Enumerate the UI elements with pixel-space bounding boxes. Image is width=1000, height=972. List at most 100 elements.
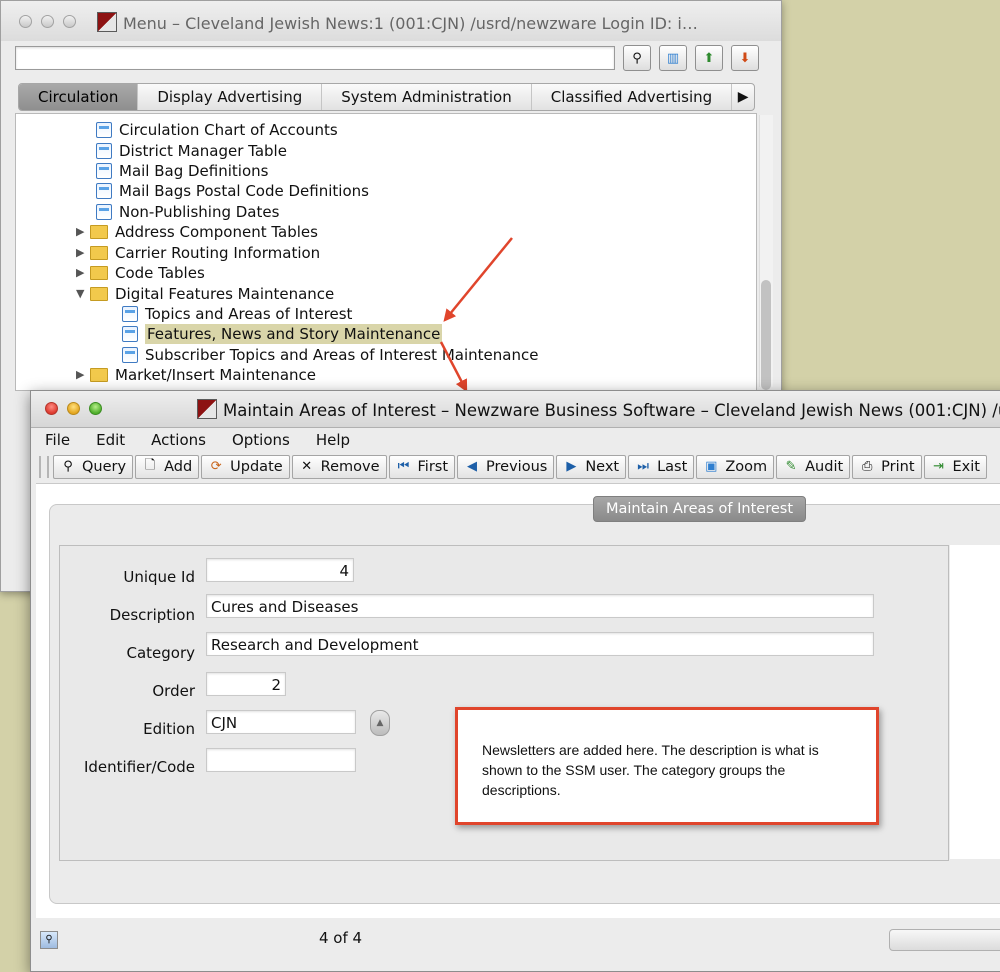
menu-actions[interactable]: Actions (137, 431, 218, 449)
category-field[interactable]: Research and Development (206, 632, 874, 656)
order-field[interactable]: 2 (206, 672, 286, 696)
folder-icon (90, 246, 108, 260)
tree-item-carrier-routing-information[interactable]: ▶ Carrier Routing Information (76, 243, 320, 263)
unique-id-label: Unique Id (123, 568, 195, 586)
menu-tree: Circulation Chart of Accounts District M… (15, 113, 757, 391)
print-button[interactable]: ⎙ Print (852, 454, 922, 479)
tree-item-label: Carrier Routing Information (115, 244, 321, 262)
arrow-down-icon[interactable]: ⬇ (731, 45, 759, 71)
window-controls (45, 402, 102, 415)
previous-record-icon: ◀ (467, 459, 478, 474)
tree-item-code-tables[interactable]: ▶ Code Tables (76, 263, 205, 283)
last-label: Last (657, 458, 688, 475)
document-icon (122, 326, 138, 342)
form-side-area (950, 545, 1000, 859)
tree-item-district-manager-table[interactable]: District Manager Table (96, 141, 287, 161)
edition-dropdown-icon[interactable]: ▲ (370, 710, 390, 736)
edition-field[interactable]: CJN (206, 710, 356, 734)
audit-button[interactable]: ✎ Audit (776, 454, 851, 479)
audit-label: Audit (805, 458, 844, 475)
query-button[interactable]: ⚲ Query (53, 454, 134, 479)
toolbar: ⚲ Query 🗋 Add ⟳ Update ✕ Remove ⏮ First ◀ Prev… (35, 453, 1000, 480)
document-icon (122, 347, 138, 363)
expand-triangle-icon[interactable]: ▶ (76, 365, 90, 385)
zoom-button[interactable] (89, 402, 102, 415)
tree-item-circulation-chart-of-accounts[interactable]: Circulation Chart of Accounts (96, 120, 338, 140)
tabs-more-arrow-icon[interactable]: ▶ (732, 84, 754, 110)
tab-circulation[interactable]: Circulation (19, 84, 139, 110)
document-icon (96, 122, 112, 138)
home-up-icon[interactable]: ⬆ (695, 45, 723, 71)
menubar: File Edit Actions Options Help (31, 428, 1000, 452)
tree-item-label: Market/Insert Maintenance (115, 366, 317, 384)
tree-item-topics-and-areas-of-interest[interactable]: Topics and Areas of Interest (122, 304, 352, 324)
tree-item-features-news-and-story-maintenance[interactable]: Features, News and Story Maintenance (122, 324, 443, 344)
toolbar-grip[interactable] (39, 455, 49, 478)
scrollbar-thumb[interactable] (761, 280, 771, 390)
next-label: Next (585, 458, 620, 475)
update-label: Update (230, 458, 283, 475)
tree-item-label: Mail Bag Definitions (119, 162, 269, 180)
tab-system-administration[interactable]: System Administration (322, 84, 532, 110)
menu-tab-bar: Circulation Display Advertising System A… (18, 83, 755, 111)
tab-display-advertising[interactable]: Display Advertising (138, 84, 323, 110)
zoom-button[interactable] (63, 15, 76, 28)
menu-tree-scrollbar[interactable] (759, 115, 773, 390)
tree-item-label: Subscriber Topics and Areas of Interest … (145, 346, 539, 364)
tree-item-digital-features-maintenance[interactable]: ▼ Digital Features Maintenance (76, 284, 334, 304)
expand-triangle-icon[interactable]: ▶ (76, 243, 90, 263)
tree-item-label: Topics and Areas of Interest (145, 305, 353, 323)
zoom-icon: ▣ (705, 459, 718, 474)
description-field[interactable]: Cures and Diseases (206, 594, 874, 618)
update-icon: ⟳ (210, 459, 222, 474)
minimize-button[interactable] (67, 402, 80, 415)
binoculars-icon: ⚲ (63, 459, 73, 474)
menu-file[interactable]: File (31, 431, 82, 449)
menu-search-input[interactable] (15, 46, 615, 70)
previous-button[interactable]: ◀ Previous (457, 454, 555, 479)
panel-icon[interactable]: ▥ (659, 45, 687, 71)
tree-item-mail-bags-postal-code[interactable]: Mail Bags Postal Code Definitions (96, 181, 369, 201)
tree-item-market-insert-maintenance[interactable]: ▶ Market/Insert Maintenance (76, 365, 316, 385)
window-controls (19, 15, 76, 28)
collapse-triangle-icon[interactable]: ▼ (76, 284, 90, 304)
identifier-code-field[interactable] (206, 748, 356, 772)
add-label: Add (164, 458, 193, 475)
maintain-areas-window: Maintain Areas of Interest – Newzware Bu… (30, 390, 1000, 972)
last-button[interactable]: ⏭ Last (628, 454, 695, 479)
menu-titlebar[interactable]: Menu – Cleveland Jewish News:1 (001:CJN)… (1, 1, 781, 41)
unique-id-field[interactable]: 4 (206, 558, 354, 582)
tree-item-non-publishing-dates[interactable]: Non-Publishing Dates (96, 202, 279, 222)
expand-triangle-icon[interactable]: ▶ (76, 222, 90, 242)
first-record-icon: ⏮ (397, 459, 410, 474)
zoom-button[interactable]: ▣ Zoom (696, 454, 775, 479)
expand-triangle-icon[interactable]: ▶ (76, 263, 90, 283)
close-button[interactable] (19, 15, 32, 28)
tree-item-mail-bag-definitions[interactable]: Mail Bag Definitions (96, 161, 268, 181)
remove-button[interactable]: ✕ Remove (291, 454, 387, 479)
document-icon (96, 163, 112, 179)
menu-edit[interactable]: Edit (82, 431, 137, 449)
print-label: Print (881, 458, 915, 475)
status-binoculars-icon[interactable]: ⚲ (40, 931, 58, 949)
next-button[interactable]: ▶ Next (556, 454, 627, 479)
minimize-button[interactable] (41, 15, 54, 28)
tree-item-subscriber-topics[interactable]: Subscriber Topics and Areas of Interest … (122, 345, 538, 365)
close-button[interactable] (45, 402, 58, 415)
menu-options[interactable]: Options (218, 431, 302, 449)
menu-help[interactable]: Help (302, 431, 362, 449)
add-button[interactable]: 🗋 Add (135, 454, 200, 479)
annotation-note: Newsletters are added here. The descript… (455, 707, 879, 825)
update-button[interactable]: ⟳ Update (201, 454, 290, 479)
document-icon (96, 183, 112, 199)
exit-button[interactable]: ⇥ Exit (923, 454, 987, 479)
tree-item-address-component-tables[interactable]: ▶ Address Component Tables (76, 222, 318, 242)
newzware-logo-icon (197, 399, 217, 419)
binoculars-icon[interactable]: ⚲ (623, 45, 651, 71)
menu-window-title: Menu – Cleveland Jewish News:1 (001:CJN)… (97, 12, 698, 33)
description-label: Description (109, 606, 195, 624)
first-button[interactable]: ⏮ First (388, 454, 456, 479)
tab-classified-advertising[interactable]: Classified Advertising (532, 84, 733, 110)
next-record-icon: ▶ (566, 459, 577, 474)
maintain-titlebar[interactable]: Maintain Areas of Interest – Newzware Bu… (31, 391, 1000, 428)
